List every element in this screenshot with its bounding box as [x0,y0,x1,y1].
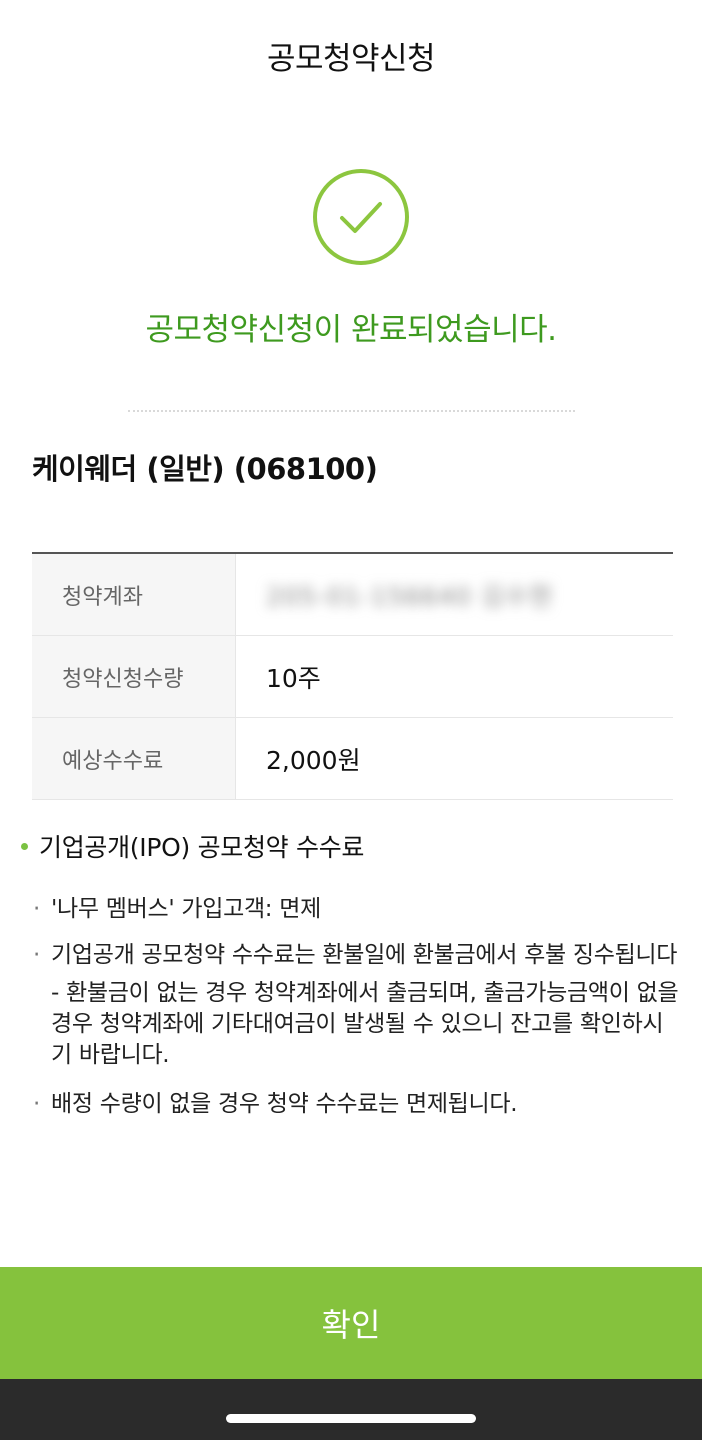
notice-item: · 기업공개 공모청약 수수료는 환불일에 환불금에서 후불 징수됩니다 [20,940,680,971]
bullet: · [33,942,41,968]
notice-item: · '나무 멤버스' 가입고객: 면제 [20,894,680,925]
notice-item-text: '나무 멤버스' 가입고객: 면제 [51,896,321,922]
confirm-button[interactable]: 확인 [0,1267,702,1379]
table-row-account: 청약계좌 205-01-156640 김수현 [32,554,673,636]
notice-title: 기업공개(IPO) 공모청약 수수료 [20,828,680,864]
application-info-table: 청약계좌 205-01-156640 김수현 청약신청수량 10주 예상수수료 … [32,552,673,800]
success-message: 공모청약신청이 완료되었습니다. [145,312,558,348]
fee-value: 2,000원 [266,745,361,775]
home-indicator[interactable] [226,1414,476,1423]
notice-item: · 배정 수량이 없을 경우 청약 수수료는 면제됩니다. [20,1089,680,1120]
fee-notice: 기업공개(IPO) 공모청약 수수료 · '나무 멤버스' 가입고객: 면제 ·… [20,828,680,1120]
table-row-quantity: 청약신청수량 10주 [32,636,673,718]
table-row-fee: 예상수수료 2,000원 [32,718,673,800]
notice-title-text: 기업공개(IPO) 공모청약 수수료 [39,833,365,862]
bullet: · [33,1091,41,1117]
system-nav-bar [0,1379,702,1440]
row-label: 청약계좌 [32,554,236,635]
notice-item-text: 배정 수량이 없을 경우 청약 수수료는 면제됩니다. [51,1091,518,1117]
notice-sub-item: - 환불금이 없는 경우 청약계좌에서 출금되며, 출금가능금액이 없을 경우 … [51,980,679,1068]
check-circle-icon [312,168,410,266]
row-label: 청약신청수량 [32,636,236,717]
bullet: · [33,896,41,922]
masked-account-text: 205-01-156640 김수현 [266,581,553,611]
ipo-complete-screen: 공모청약신청 공모청약신청이 완료되었습니다. 케이웨더 (일반) (06810… [0,0,702,1440]
row-label: 예상수수료 [32,718,236,799]
account-value: 205-01-156640 김수현 [236,554,673,635]
quantity-value: 10주 [266,663,321,693]
page-title: 공모청약신청 [266,40,436,77]
bullet-dot-icon [21,842,28,850]
divider [128,410,575,412]
header: 공모청약신청 [0,0,702,110]
stock-name: 케이웨더 (일반) (068100) [32,452,378,486]
notice-item-text: 기업공개 공모청약 수수료는 환불일에 환불금에서 후불 징수됩니다 [51,942,678,968]
